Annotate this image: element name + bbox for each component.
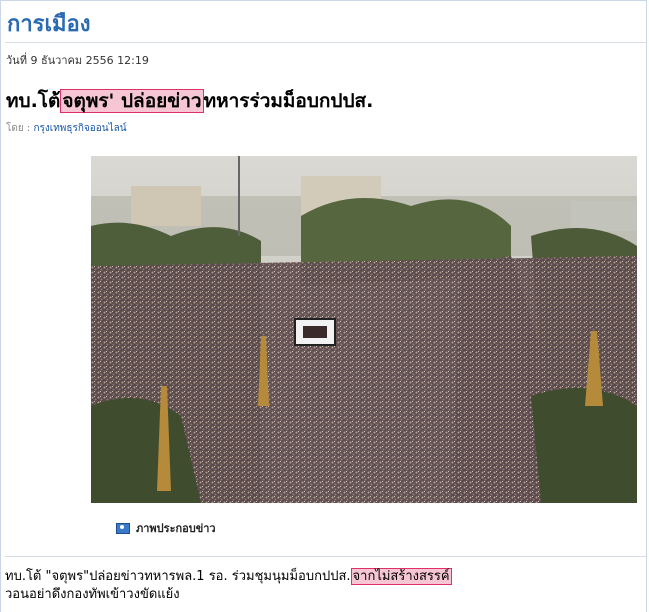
summary-prefix: ทบ.โต้ "จตุพร"ปล่อยข่าวทหารพล.1 รอ. ร่วม…	[5, 569, 351, 584]
byline: โดย : กรุงเทพธุรกิจออนไลน์	[6, 121, 127, 136]
crowd-photo	[91, 156, 637, 503]
divider	[5, 556, 646, 557]
article-summary: ทบ.โต้ "จตุพร"ปล่อยข่าวทหารพล.1 รอ. ร่วม…	[5, 568, 645, 604]
headline-suffix: ทหารร่วมม็อบกปปส.	[203, 90, 374, 112]
divider	[5, 42, 646, 43]
headline-prefix: ทบ.โต้	[6, 90, 61, 112]
byline-label: โดย :	[6, 123, 31, 134]
camera-icon	[116, 522, 130, 534]
news-photo	[91, 156, 637, 503]
image-caption[interactable]: ภาพประกอบข่าว	[116, 519, 216, 537]
image-caption-text: ภาพประกอบข่าว	[136, 522, 216, 535]
article-headline: ทบ.โต้ จตุพร' ปล่อยข่าว ทหารร่วมม็อบกปปส.	[6, 86, 373, 116]
summary-line2: วอนอย่าดึงกองทัพเข้าวงขัดแย้ง	[5, 587, 180, 602]
headline-highlight: จตุพร' ปล่อยข่าว	[60, 89, 204, 113]
byline-source-link[interactable]: กรุงเทพธุรกิจออนไลน์	[33, 123, 126, 134]
section-title: การเมือง	[7, 12, 91, 37]
summary-highlight: จากไม่สร้างสรรค์	[350, 568, 452, 585]
article-date: วันที่ 9 ธันวาคม 2556 12:19	[6, 54, 149, 67]
